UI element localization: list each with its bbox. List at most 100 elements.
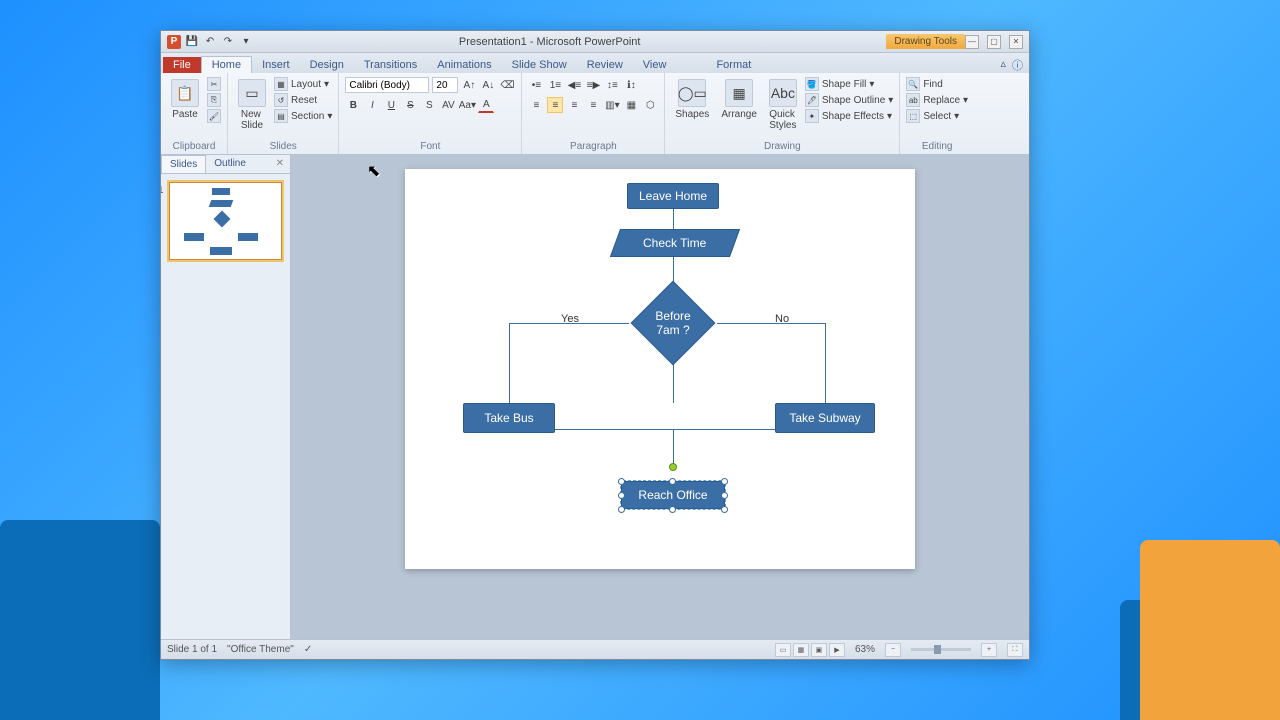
close-panel-icon[interactable]: ✕ — [270, 155, 290, 173]
normal-view-icon[interactable]: ▭ — [775, 643, 791, 657]
tab-home[interactable]: Home — [201, 56, 252, 73]
shape-check-time[interactable]: Check Time — [610, 229, 740, 257]
outline-tab[interactable]: Outline — [206, 155, 254, 173]
font-name-select[interactable] — [345, 77, 429, 93]
group-drawing: ◯▭Shapes ▦Arrange AbcQuick Styles 🪣Shape… — [665, 73, 900, 154]
align-left-icon[interactable]: ≡ — [528, 97, 544, 113]
qat-dropdown-icon[interactable]: ▾ — [239, 35, 253, 49]
line-spacing-icon[interactable]: ↕≡ — [604, 77, 620, 93]
layout-button[interactable]: ▦Layout ▾ — [274, 77, 332, 91]
resize-handle[interactable] — [669, 478, 676, 485]
new-slide-button[interactable]: ▭ New Slide — [234, 77, 270, 133]
theme-name: "Office Theme" — [227, 644, 294, 655]
label-no: No — [775, 313, 789, 325]
shape-take-bus[interactable]: Take Bus — [463, 403, 555, 433]
reset-button[interactable]: ↺Reset — [274, 93, 332, 107]
fit-to-window-icon[interactable]: ⛶ — [1007, 643, 1023, 657]
connector[interactable] — [673, 209, 674, 229]
zoom-thumb[interactable] — [934, 645, 941, 654]
shape-leave-home[interactable]: Leave Home — [627, 183, 719, 209]
zoom-in-icon[interactable]: + — [981, 643, 997, 657]
tab-animations[interactable]: Animations — [427, 57, 501, 73]
resize-handle[interactable] — [721, 492, 728, 499]
zoom-out-icon[interactable]: − — [885, 643, 901, 657]
tab-view[interactable]: View — [633, 57, 677, 73]
slide-thumbnail[interactable]: 1 — [169, 182, 282, 260]
tab-slideshow[interactable]: Slide Show — [502, 57, 577, 73]
slide-editor[interactable]: Leave Home Check Time Before 7am ? Yes N… — [291, 155, 1029, 639]
tab-insert[interactable]: Insert — [252, 57, 300, 73]
sorter-view-icon[interactable]: ▦ — [793, 643, 809, 657]
connector[interactable] — [825, 323, 826, 403]
resize-handle[interactable] — [618, 506, 625, 513]
tab-review[interactable]: Review — [577, 57, 633, 73]
underline-button[interactable]: U — [383, 97, 399, 113]
arrange-button[interactable]: ▦Arrange — [717, 77, 761, 122]
paste-button[interactable]: 📋 Paste — [167, 77, 203, 122]
section-button[interactable]: ▤Section ▾ — [274, 109, 332, 123]
rotation-handle-icon[interactable] — [669, 463, 677, 471]
undo-icon[interactable]: ↶ — [203, 35, 217, 49]
columns-icon[interactable]: ▥▾ — [604, 97, 620, 113]
shape-effects-button[interactable]: ✦Shape Effects ▾ — [805, 109, 893, 123]
resize-handle[interactable] — [721, 478, 728, 485]
reading-view-icon[interactable]: ▣ — [811, 643, 827, 657]
maximize-button[interactable]: ▢ — [987, 35, 1001, 49]
increase-indent-icon[interactable]: ≡▶ — [585, 77, 601, 93]
connector[interactable] — [717, 323, 825, 324]
clear-formatting-icon[interactable]: ⌫ — [499, 77, 515, 93]
zoom-slider[interactable] — [911, 648, 971, 651]
justify-icon[interactable]: ≡ — [585, 97, 601, 113]
smartart-icon[interactable]: ⬡ — [642, 97, 658, 113]
bold-button[interactable]: B — [345, 97, 361, 113]
shapes-button[interactable]: ◯▭Shapes — [671, 77, 713, 122]
close-button[interactable]: ✕ — [1009, 35, 1023, 49]
spellcheck-icon[interactable]: ✓ — [304, 644, 312, 655]
resize-handle[interactable] — [669, 506, 676, 513]
grow-font-icon[interactable]: A↑ — [461, 77, 477, 93]
slideshow-view-icon[interactable]: ▶ — [829, 643, 845, 657]
decrease-indent-icon[interactable]: ◀≡ — [566, 77, 582, 93]
font-size-select[interactable] — [432, 77, 458, 93]
save-icon[interactable]: 💾 — [185, 35, 199, 49]
format-painter-icon[interactable]: 🖌 — [207, 109, 221, 123]
powerpoint-window: P 💾 ↶ ↷ ▾ Presentation1 - Microsoft Powe… — [160, 30, 1030, 660]
char-spacing-icon[interactable]: AV — [440, 97, 456, 113]
copy-icon[interactable]: ⎘ — [207, 93, 221, 107]
shape-take-subway[interactable]: Take Subway — [775, 403, 875, 433]
shape-reach-office[interactable]: Reach Office — [621, 481, 725, 509]
shrink-font-icon[interactable]: A↓ — [480, 77, 496, 93]
bullets-icon[interactable]: •≡ — [528, 77, 544, 93]
shape-outline-button[interactable]: 🖊Shape Outline ▾ — [805, 93, 893, 107]
numbering-icon[interactable]: 1≡ — [547, 77, 563, 93]
find-button[interactable]: 🔍Find — [906, 77, 968, 91]
resize-handle[interactable] — [618, 478, 625, 485]
font-color-icon[interactable]: A — [478, 97, 494, 113]
align-right-icon[interactable]: ≡ — [566, 97, 582, 113]
connector[interactable] — [509, 323, 510, 403]
minimize-ribbon-icon[interactable]: ▵ — [1000, 57, 1006, 73]
tab-format[interactable]: Format — [706, 57, 761, 73]
select-button[interactable]: ⬚Select ▾ — [906, 109, 968, 123]
quick-styles-button[interactable]: AbcQuick Styles — [765, 77, 801, 133]
redo-icon[interactable]: ↷ — [221, 35, 235, 49]
shadow-button[interactable]: S — [421, 97, 437, 113]
tab-transitions[interactable]: Transitions — [354, 57, 427, 73]
slides-tab[interactable]: Slides — [161, 155, 206, 173]
tab-design[interactable]: Design — [300, 57, 354, 73]
resize-handle[interactable] — [618, 492, 625, 499]
align-center-icon[interactable]: ≡ — [547, 97, 563, 113]
cut-icon[interactable]: ✂ — [207, 77, 221, 91]
resize-handle[interactable] — [721, 506, 728, 513]
replace-button[interactable]: abReplace ▾ — [906, 93, 968, 107]
minimize-button[interactable]: — — [965, 35, 979, 49]
change-case-icon[interactable]: Aa▾ — [459, 97, 475, 113]
shape-fill-button[interactable]: 🪣Shape Fill ▾ — [805, 77, 893, 91]
help-icon[interactable]: ⓘ — [1012, 57, 1023, 73]
tab-file[interactable]: File — [163, 57, 201, 73]
italic-button[interactable]: I — [364, 97, 380, 113]
align-text-icon[interactable]: ▦ — [623, 97, 639, 113]
strikethrough-button[interactable]: S — [402, 97, 418, 113]
slide-canvas[interactable]: Leave Home Check Time Before 7am ? Yes N… — [405, 169, 915, 569]
text-direction-icon[interactable]: ℹ↕ — [623, 77, 639, 93]
